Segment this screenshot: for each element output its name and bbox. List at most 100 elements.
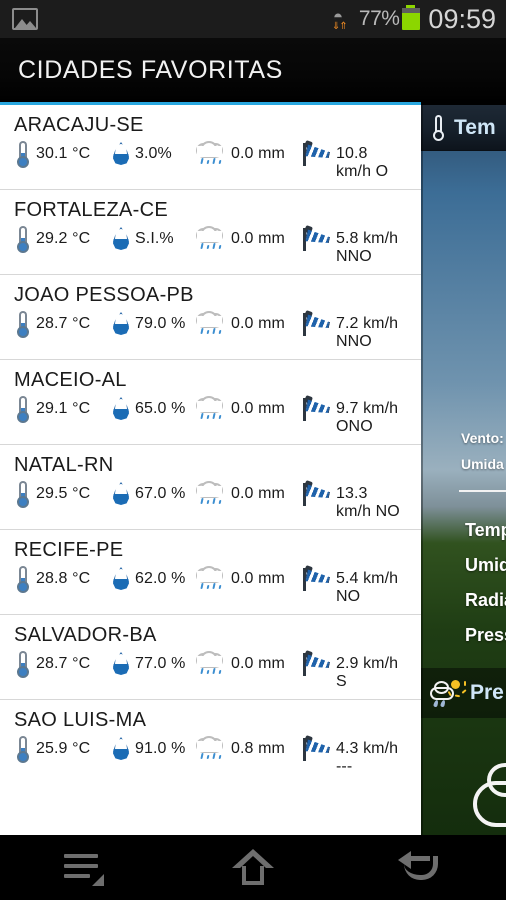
metric-wind: 5.4 km/h NO: [302, 565, 407, 606]
menu-button[interactable]: [0, 835, 169, 900]
metric-humidity: 3.0%: [112, 141, 194, 166]
forecast-section-header[interactable]: Pre: [421, 668, 506, 718]
water-drop-icon: [112, 396, 131, 421]
detail-wind-label: Vento:: [461, 430, 504, 446]
detail-panel-title: Tem: [454, 115, 496, 139]
humidity-value: 77.0 %: [135, 655, 186, 672]
home-button[interactable]: [169, 835, 338, 900]
humidity-value: S.I.%: [135, 230, 174, 247]
water-drop-icon: [112, 651, 131, 676]
windsock-icon: [302, 225, 332, 253]
city-row[interactable]: FORTALEZA-CE 29.2 °C S.I.% 0.0 mm 5.8 km/h N…: [0, 190, 421, 275]
thermometer-icon: [14, 481, 32, 508]
stat-radiation-label: Radia: [465, 590, 506, 610]
water-drop-icon: [112, 566, 131, 591]
battery-percent-label: 77%: [358, 7, 400, 30]
thermometer-icon: [14, 736, 32, 763]
city-name: JOAO PESSOA-PB: [14, 284, 194, 306]
rain-value: 0.8 mm: [231, 740, 285, 757]
windsock-icon: [302, 480, 332, 508]
sun-rain-cloud-icon: [429, 679, 467, 708]
city-row[interactable]: SAO LUIS-MA 25.9 °C 91.0 % 0.8 mm 4.3 km/h -…: [0, 700, 421, 784]
status-bar-clock: 09:59: [428, 3, 496, 34]
metric-rain: 0.0 mm: [194, 651, 302, 678]
stat-temperature-label: Temp: [465, 520, 506, 540]
metric-wind: 4.3 km/h ---: [302, 735, 407, 776]
metric-temperature: 29.2 °C: [14, 226, 112, 253]
thermometer-icon: [14, 651, 32, 678]
humidity-value: 3.0%: [135, 145, 172, 162]
back-button[interactable]: [337, 835, 506, 900]
metric-humidity: 91.0 %: [112, 736, 194, 761]
metric-humidity: 77.0 %: [112, 651, 194, 676]
temperature-value: 25.9 °C: [36, 740, 91, 757]
metric-wind: 7.2 km/h NNO: [302, 310, 407, 351]
rain-cloud-icon: [194, 311, 227, 338]
temperature-value: 30.1 °C: [36, 145, 91, 162]
metric-rain: 0.0 mm: [194, 311, 302, 338]
metric-wind: 13.3 km/h NO: [302, 480, 407, 521]
city-name: SAO LUIS-MA: [14, 709, 147, 731]
windsock-icon: [302, 310, 332, 338]
rain-value: 0.0 mm: [231, 655, 285, 672]
temperature-value: 28.7 °C: [36, 655, 91, 672]
city-row[interactable]: SALVADOR-BA 28.7 °C 77.0 % 0.0 mm 2.9 km/h S: [0, 615, 421, 700]
rain-cloud-icon: [194, 736, 227, 763]
city-name: ARACAJU-SE: [14, 114, 144, 136]
city-row[interactable]: NATAL-RN 29.5 °C 67.0 % 0.0 mm 13.3 km/h NO: [0, 445, 421, 530]
city-metrics: 28.7 °C 77.0 % 0.0 mm 2.9 km/h S: [14, 650, 407, 691]
city-metrics: 29.5 °C 67.0 % 0.0 mm 13.3 km/h NO: [14, 480, 407, 521]
status-bar-system-icons: ◓ ⇓⇑ 77% 09:59: [332, 4, 506, 35]
metric-temperature: 29.5 °C: [14, 481, 112, 508]
metric-temperature: 25.9 °C: [14, 736, 112, 763]
water-drop-icon: [112, 736, 131, 761]
water-drop-icon: [112, 226, 131, 251]
wind-value: 9.7 km/h ONO: [336, 400, 399, 435]
detail-panel-header: Tem: [421, 105, 506, 151]
humidity-value: 79.0 %: [135, 315, 186, 332]
status-bar: ◓ ⇓⇑ 77% 09:59: [0, 0, 506, 38]
thermometer-icon: [431, 114, 446, 141]
temperature-value: 29.2 °C: [36, 230, 91, 247]
city-detail-panel[interactable]: Tem Vento: Umida Temp Umid Radia Press P…: [421, 105, 506, 835]
temperature-value: 29.1 °C: [36, 400, 91, 417]
page-title: CIDADES FAVORITAS: [18, 55, 283, 84]
detail-humidity-label: Umida: [461, 456, 504, 472]
metric-wind: 5.8 km/h NNO: [302, 225, 407, 266]
favorite-cities-list[interactable]: ARACAJU-SE 30.1 °C 3.0% 0.0 mm 10.8 km/h O FO…: [0, 105, 421, 835]
android-navigation-bar: [0, 835, 506, 900]
humidity-value: 62.0 %: [135, 570, 186, 587]
windsock-icon: [302, 565, 332, 593]
android-screen: ◓ ⇓⇑ 77% 09:59 CIDADES FAVORITAS ARACAJU…: [0, 0, 506, 900]
windsock-icon: [302, 140, 332, 168]
metric-temperature: 28.8 °C: [14, 566, 112, 593]
rain-cloud-icon: [194, 651, 227, 678]
metric-humidity: 62.0 %: [112, 566, 194, 591]
temperature-value: 28.8 °C: [36, 570, 91, 587]
battery-icon: [402, 5, 421, 30]
rain-value: 0.0 mm: [231, 315, 285, 332]
city-row[interactable]: RECIFE-PE 28.8 °C 62.0 % 0.0 mm 5.4 km/h NO: [0, 530, 421, 615]
wind-value: 10.8 km/h O: [336, 145, 389, 180]
city-row[interactable]: JOAO PESSOA-PB 28.7 °C 79.0 % 0.0 mm 7.2 km/…: [0, 275, 421, 360]
metric-humidity: 65.0 %: [112, 396, 194, 421]
metric-temperature: 29.1 °C: [14, 396, 112, 423]
temperature-value: 28.7 °C: [36, 315, 91, 332]
home-icon: [229, 848, 277, 887]
thermometer-icon: [14, 566, 32, 593]
metric-rain: 0.8 mm: [194, 736, 302, 763]
city-row[interactable]: MACEIO-AL 29.1 °C 65.0 % 0.0 mm 9.7 km/h ONO: [0, 360, 421, 445]
metric-humidity: S.I.%: [112, 226, 194, 251]
rain-cloud-icon: [194, 226, 227, 253]
city-row[interactable]: ARACAJU-SE 30.1 °C 3.0% 0.0 mm 10.8 km/h O: [0, 105, 421, 190]
detail-panel-stats: Temp Umid Radia Press: [421, 513, 506, 653]
metric-rain: 0.0 mm: [194, 141, 302, 168]
water-drop-icon: [112, 481, 131, 506]
water-drop-icon: [112, 141, 131, 166]
rain-value: 0.0 mm: [231, 485, 285, 502]
city-metrics: 28.8 °C 62.0 % 0.0 mm 5.4 km/h NO: [14, 565, 407, 606]
data-transfer-arrows-icon: ⇓⇑: [331, 21, 348, 32]
wind-value: 4.3 km/h ---: [336, 740, 399, 775]
rain-value: 0.0 mm: [231, 145, 285, 162]
metric-rain: 0.0 mm: [194, 481, 302, 508]
